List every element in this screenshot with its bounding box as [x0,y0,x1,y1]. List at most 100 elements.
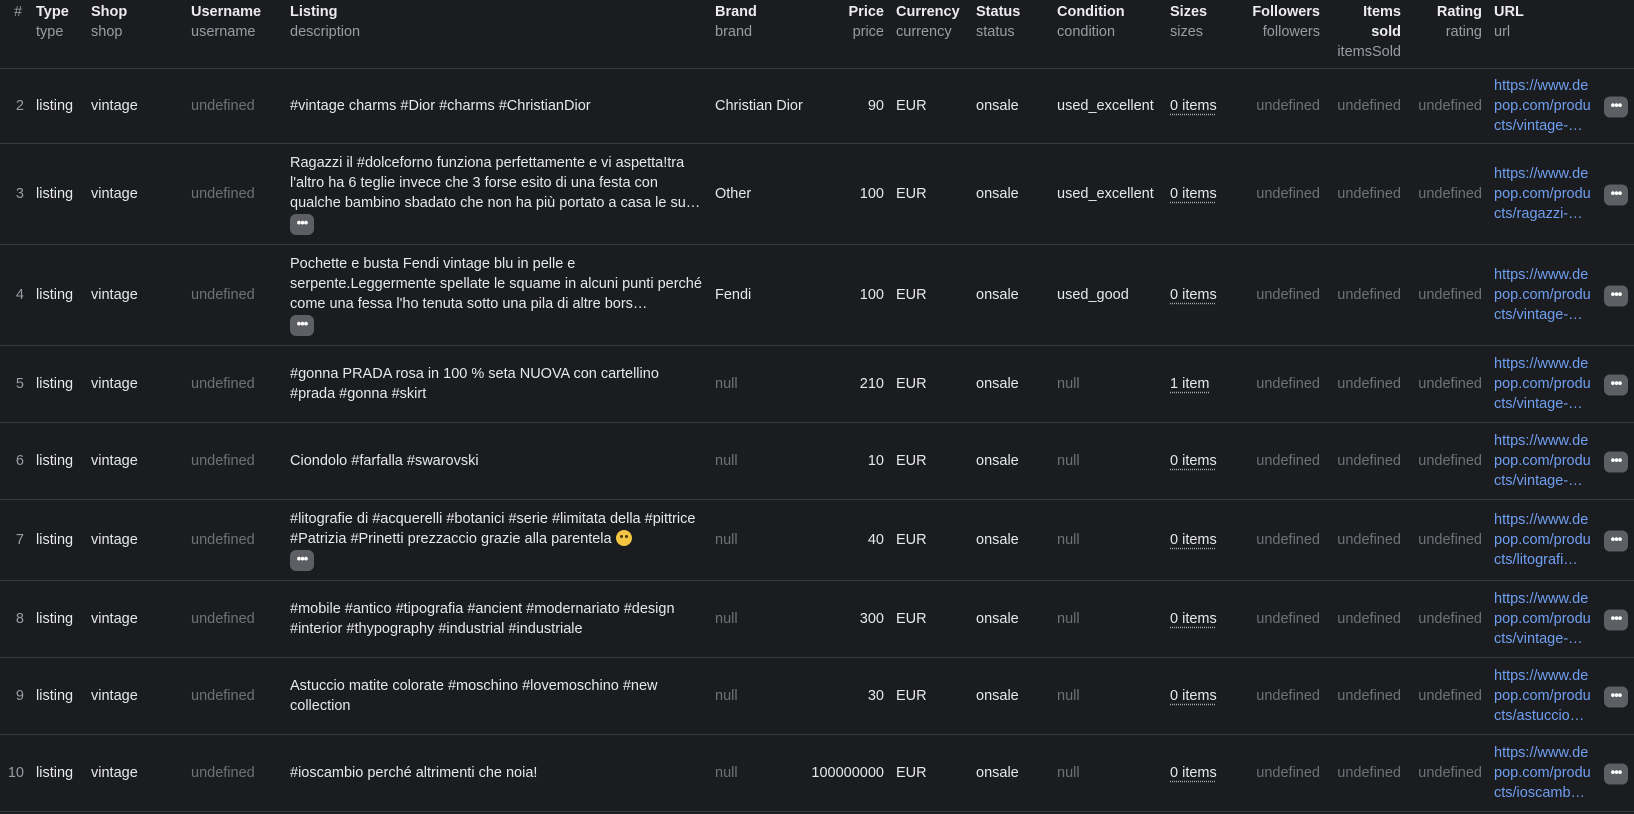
row-index: 4 [15,287,24,303]
cell-followers: undefined [1256,98,1320,114]
cell-brand: null [715,453,738,469]
sizes-link[interactable]: 0 items [1170,287,1217,303]
header-brand[interactable]: Brand brand [715,0,805,68]
cell-description: #mobile #antico #tipografia #ancient #mo… [290,599,715,639]
header-key: currency [896,24,952,40]
header-key: url [1494,24,1511,40]
cell-followers: undefined [1256,765,1320,781]
url-link[interactable]: https://www.depop.com/products/vintage-… [1494,589,1594,649]
table-row[interactable]: 7 listing vintage undefined #litografie … [0,500,1634,581]
cell-rating: undefined [1418,611,1482,627]
url-link[interactable]: https://www.depop.com/products/vintage-… [1494,431,1594,491]
data-table: # Type type Shop shop Username username Lis… [0,0,1634,814]
url-link[interactable]: https://www.depop.com/products/astuccio… [1494,666,1594,726]
cell-type: listing [36,532,74,548]
table-row[interactable]: 4 listing vintage undefined Pochette e b… [0,245,1634,346]
row-index: 8 [15,611,24,627]
more-options-icon[interactable]: ••• [1604,96,1628,118]
cell-shop: vintage [91,287,138,303]
sizes-link[interactable]: 0 items [1170,186,1217,202]
cell-type: listing [36,453,74,469]
cell-shop: vintage [91,376,138,392]
header-price[interactable]: Price price [805,0,896,68]
more-options-icon[interactable]: ••• [1604,763,1628,785]
more-options-icon[interactable]: ••• [1604,686,1628,708]
url-link[interactable]: https://www.depop.com/products/litografi… [1494,510,1594,570]
header-key: brand [715,24,753,40]
table-row[interactable]: 10 listing vintage undefined #ioscambio … [0,735,1634,812]
header-shop[interactable]: Shop shop [91,0,191,68]
header-label: Shop [91,4,128,20]
url-link[interactable]: https://www.depop.com/products/vintage-… [1494,265,1594,325]
more-options-icon[interactable]: ••• [1604,184,1628,206]
url-link[interactable]: https://www.depop.com/products/vintage-… [1494,76,1594,136]
table-row[interactable]: 2 listing vintage undefined #vintage cha… [0,69,1634,144]
header-rating[interactable]: Rating rating [1413,0,1494,68]
sizes-link[interactable]: 0 items [1170,532,1217,548]
header-label: Listing [290,4,338,20]
cell-type: listing [36,186,74,202]
sizes-link[interactable]: 0 items [1170,453,1217,469]
cell-currency: EUR [896,688,927,704]
cell-username: undefined [191,611,255,627]
url-link[interactable]: https://www.depop.com/products/ragazzi-… [1494,164,1594,224]
cell-brand: Other [715,186,752,202]
cell-price: 100 [859,186,884,202]
table-row[interactable]: 8 listing vintage undefined #mobile #ant… [0,581,1634,658]
header-currency[interactable]: Currency currency [896,0,976,68]
cell-type: listing [36,98,74,114]
url-link[interactable]: https://www.depop.com/products/ioscamb… [1494,743,1594,803]
more-options-icon[interactable]: ••• [1604,285,1628,307]
more-options-icon[interactable]: ••• [1604,530,1628,552]
cell-currency: EUR [896,376,927,392]
cell-items-sold: undefined [1337,98,1401,114]
cell-items-sold: undefined [1337,287,1401,303]
header-label: Sizes [1170,4,1208,20]
description-text: Pochette e busta Fendi vintage blu in pe… [290,256,702,312]
url-link[interactable]: https://www.depop.com/products/vintage-… [1494,354,1594,414]
cell-price: 100000000 [811,765,884,781]
header-key: status [976,24,1015,40]
cell-username: undefined [191,532,255,548]
cell-shop: vintage [91,98,138,114]
cell-rating: undefined [1418,765,1482,781]
expand-description-icon[interactable]: ••• [290,214,314,235]
cell-currency: EUR [896,611,927,627]
header-type[interactable]: Type type [36,0,91,68]
header-label: Price [848,4,884,20]
cell-brand: null [715,765,738,781]
cell-currency: EUR [896,287,927,303]
table-row[interactable]: 3 listing vintage undefined Ragazzi il #… [0,144,1634,245]
description-text: #mobile #antico #tipografia #ancient #mo… [290,601,675,637]
more-options-icon[interactable]: ••• [1604,609,1628,631]
cell-type: listing [36,611,74,627]
table-row[interactable]: 6 listing vintage undefined Ciondolo #fa… [0,423,1634,500]
sizes-link[interactable]: 0 items [1170,98,1217,114]
more-options-icon[interactable]: ••• [1604,374,1628,396]
table-row[interactable]: 5 listing vintage undefined #gonna PRADA… [0,346,1634,423]
table-row[interactable]: 9 listing vintage undefined Astuccio mat… [0,658,1634,735]
header-followers[interactable]: Followers followers [1251,0,1332,68]
cell-followers: undefined [1256,611,1320,627]
cell-username: undefined [191,186,255,202]
header-url[interactable]: URL url [1494,0,1634,68]
expand-description-icon[interactable]: ••• [290,315,314,336]
more-options-icon[interactable]: ••• [1604,451,1628,473]
header-listing[interactable]: Listing description [290,0,715,68]
cell-type: listing [36,287,74,303]
sizes-link[interactable]: 0 items [1170,611,1217,627]
cell-followers: undefined [1256,186,1320,202]
sizes-link[interactable]: 0 items [1170,688,1217,704]
header-status[interactable]: Status status [976,0,1057,68]
row-index: 6 [15,453,24,469]
expand-description-icon[interactable]: ••• [290,550,314,571]
header-label: Username [191,4,262,20]
header-label: Condition [1057,4,1125,20]
header-items-sold[interactable]: Items sold itemsSold [1332,0,1413,68]
sizes-link[interactable]: 0 items [1170,765,1217,781]
sizes-link[interactable]: 1 item [1170,376,1210,392]
header-username[interactable]: Username username [191,0,290,68]
header-sizes[interactable]: Sizes sizes [1170,0,1251,68]
header-condition[interactable]: Condition condition [1057,0,1170,68]
cell-username: undefined [191,287,255,303]
